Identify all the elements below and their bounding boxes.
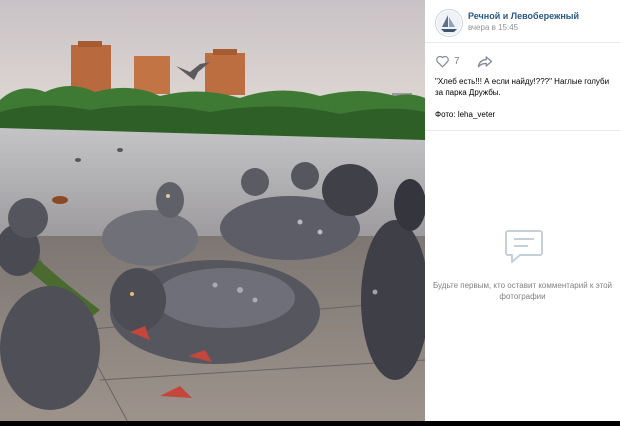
post-actions: 7 — [435, 55, 615, 69]
post-caption: "Хлеб есть!!! А если найду!???" Наглые г… — [435, 77, 610, 97]
post-info-panel: Речной и Левобережный вчера в 15:45 7 "Х… — [425, 0, 620, 426]
group-avatar[interactable] — [435, 9, 463, 37]
divider — [425, 130, 620, 131]
heart-icon — [436, 55, 449, 68]
pigeons-photo-image — [0, 0, 425, 426]
post-header: Речной и Левобережный вчера в 15:45 — [425, 0, 620, 43]
sailboat-logo-icon — [437, 11, 461, 35]
share-arrow-icon[interactable] — [477, 55, 493, 68]
comment-bubble-icon — [505, 230, 543, 263]
comments-empty-text: Будьте первым, кто оставит комментарий к… — [432, 281, 612, 301]
post-timestamp[interactable]: вчера в 15:45 — [468, 23, 518, 32]
like-count: 7 — [454, 56, 460, 67]
group-name-link[interactable]: Речной и Левобережный — [468, 11, 579, 21]
post-photo[interactable] — [0, 0, 425, 426]
photo-viewer: Речной и Левобережный вчера в 15:45 7 "Х… — [0, 0, 620, 426]
like-button[interactable]: 7 — [435, 55, 473, 69]
photo-credit: Фото: leha_veter — [435, 110, 496, 119]
bottom-edge — [0, 421, 620, 426]
